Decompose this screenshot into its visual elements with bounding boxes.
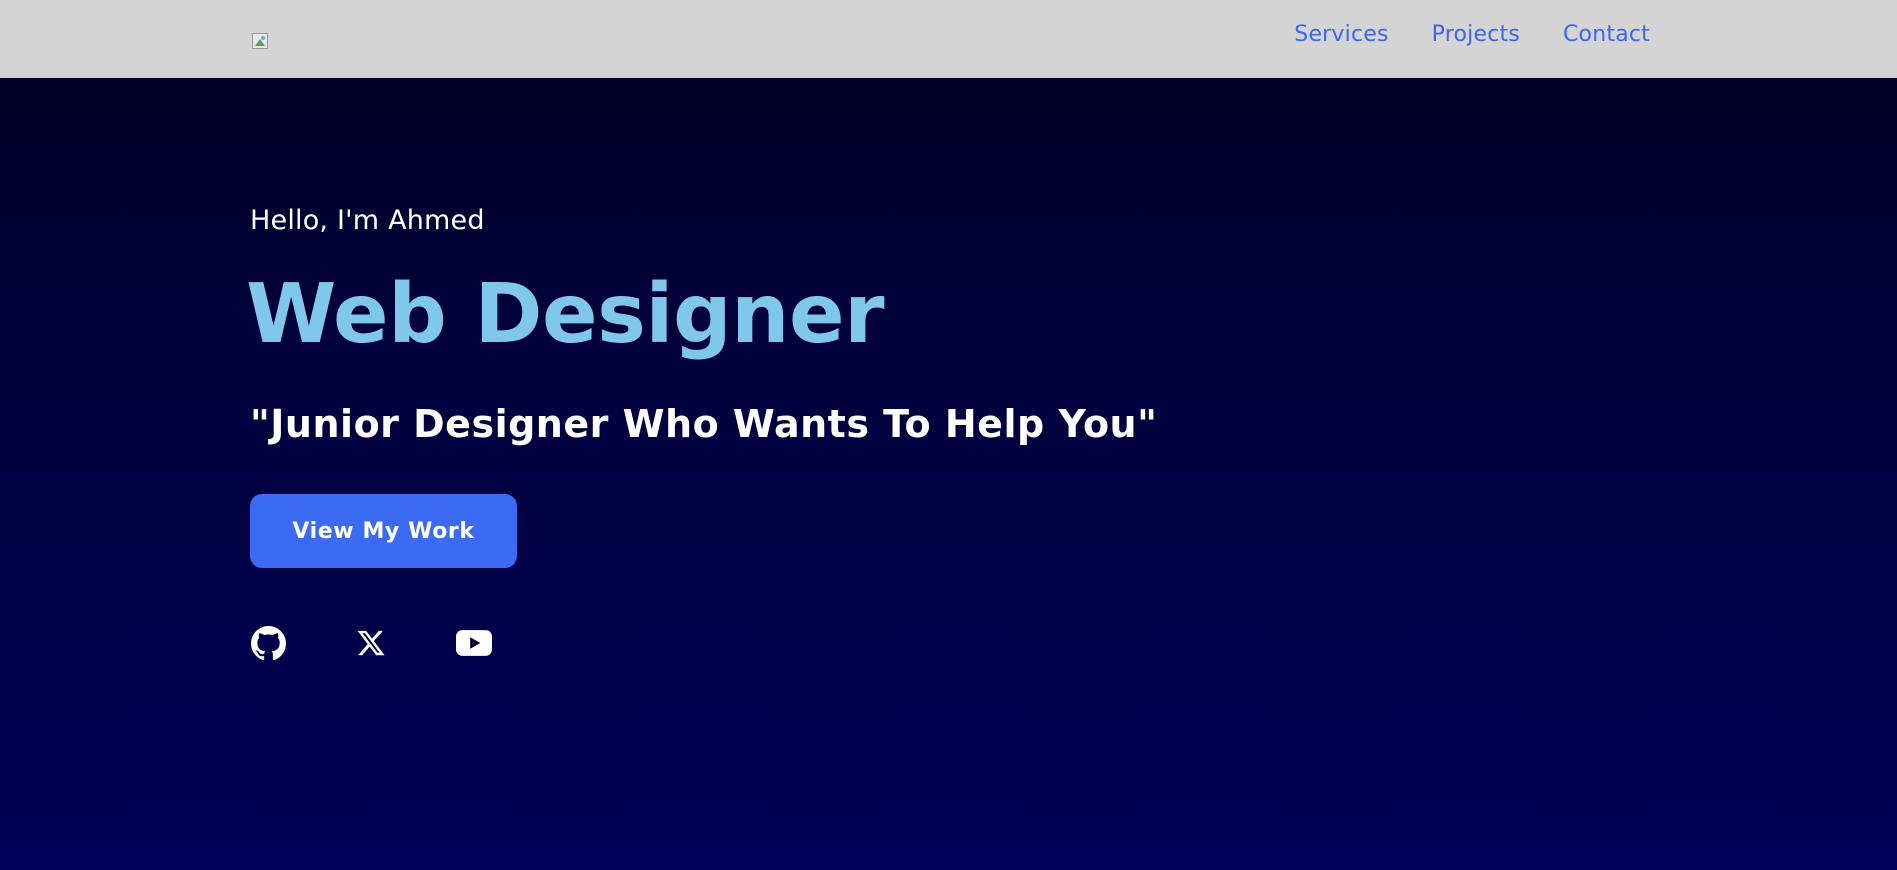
hero-title: Web Designer: [246, 267, 885, 362]
site-header: Services Projects Contact: [0, 0, 1897, 78]
broken-image-icon: [252, 33, 268, 49]
nav-link-projects[interactable]: Projects: [1432, 22, 1520, 47]
x-icon[interactable]: [353, 625, 389, 661]
logo-image-broken-icon[interactable]: [250, 31, 270, 51]
github-icon[interactable]: [250, 625, 286, 661]
nav-link-services[interactable]: Services: [1294, 22, 1388, 47]
view-my-work-button[interactable]: View My Work: [250, 494, 517, 568]
nav-link-contact[interactable]: Contact: [1563, 22, 1650, 47]
youtube-icon[interactable]: [456, 625, 492, 661]
social-links: [250, 625, 492, 661]
main-nav: Services Projects Contact: [1294, 22, 1650, 47]
hero-greeting: Hello, I'm Ahmed: [250, 205, 485, 236]
hero-tagline: "Junior Designer Who Wants To Help You": [250, 402, 1158, 446]
